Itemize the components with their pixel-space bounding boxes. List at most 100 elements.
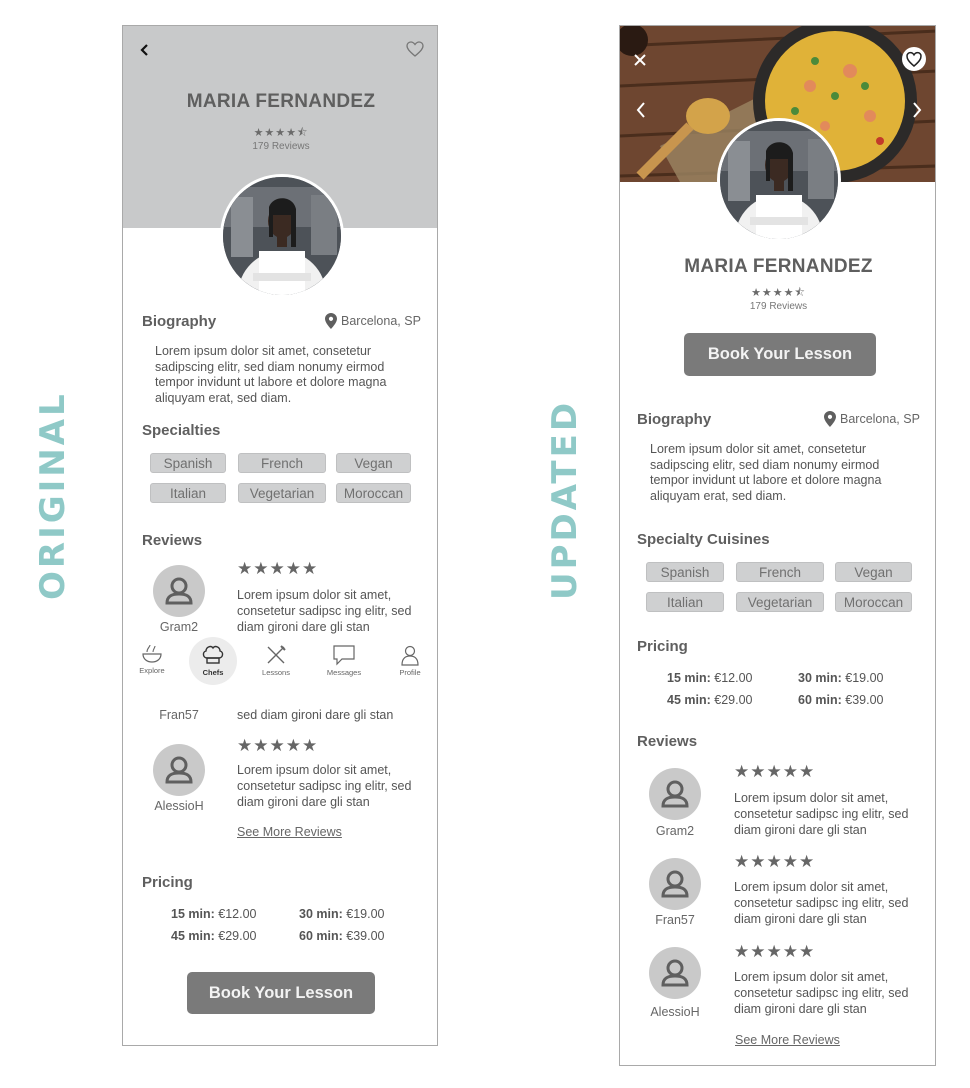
- chef-reviews-count: 179 Reviews: [252, 141, 310, 152]
- user-icon: [165, 577, 193, 605]
- price-value: €12.00: [218, 907, 257, 921]
- bowl-icon: [142, 644, 162, 663]
- price-value: €12.00: [714, 671, 753, 685]
- nav-label: Messages: [326, 668, 362, 677]
- heart-icon: [406, 41, 424, 57]
- specialty-chip[interactable]: Spanish: [150, 453, 226, 473]
- specialty-chip[interactable]: Moroccan: [336, 483, 411, 503]
- price-item: 15 min: €12.00: [667, 671, 752, 685]
- bottom-navigation: Explore Chefs Lessons Messages Profile: [123, 634, 437, 690]
- reviewer-name: Fran57: [159, 708, 199, 722]
- location-text: Barcelona, SP: [840, 412, 920, 426]
- nav-label: Chefs: [202, 668, 224, 677]
- specialty-chip[interactable]: Vegetarian: [238, 483, 326, 503]
- biography-text: Lorem ipsum dolor sit amet, consetetur s…: [155, 344, 387, 405]
- chef-hat-icon: [202, 645, 224, 664]
- nav-chefs[interactable]: Chefs: [188, 644, 238, 677]
- review-text: Lorem ipsum dolor sit amet, consetetur s…: [734, 791, 909, 837]
- specialty-chip[interactable]: Moroccan: [835, 592, 912, 612]
- price-value: €29.00: [714, 693, 753, 707]
- photo-next-button[interactable]: [910, 100, 924, 120]
- see-more-reviews-link[interactable]: See More Reviews: [735, 1033, 840, 1047]
- specialty-chip[interactable]: Spanish: [646, 562, 724, 582]
- price-item: 45 min: €29.00: [667, 693, 752, 707]
- updated-screen: MARIA FERNANDEZ ★★★★⯪ 179 Reviews Book Y…: [619, 25, 936, 1066]
- back-button[interactable]: [137, 40, 153, 60]
- specialty-chip[interactable]: French: [736, 562, 824, 582]
- close-button[interactable]: [632, 52, 648, 68]
- chevron-right-icon: [913, 102, 922, 118]
- review-stars: ★★★★★: [237, 559, 319, 578]
- user-icon: [661, 959, 689, 987]
- reviewer-avatar: [649, 947, 701, 999]
- nav-explore[interactable]: Explore: [127, 644, 177, 675]
- chef-name: MARIA FERNANDEZ: [186, 91, 376, 112]
- price-label: 60 min:: [299, 929, 343, 943]
- heart-icon: [906, 51, 922, 67]
- favorite-button[interactable]: [902, 47, 926, 71]
- review-text: Lorem ipsum dolor sit amet, consetetur s…: [237, 588, 412, 634]
- chef-photo: [220, 174, 344, 298]
- chevron-left-icon: [636, 102, 645, 118]
- reviewer-name: AlessioH: [650, 1005, 700, 1019]
- specialty-chip[interactable]: French: [238, 453, 326, 473]
- photo-prev-button[interactable]: [634, 100, 648, 120]
- user-icon: [661, 780, 689, 808]
- price-item: 45 min: €29.00: [171, 929, 256, 943]
- biography-title: Biography: [142, 313, 217, 330]
- reviewer-avatar: [153, 744, 205, 796]
- specialty-chip[interactable]: Italian: [150, 483, 226, 503]
- chef-photo: [717, 118, 841, 242]
- specialty-chip[interactable]: Vegan: [835, 562, 912, 582]
- nav-lessons[interactable]: Lessons: [251, 644, 301, 677]
- review-stars: ★★★★★: [734, 762, 816, 781]
- message-icon: [333, 645, 355, 666]
- price-label: 45 min:: [667, 693, 711, 707]
- price-label: 60 min:: [798, 693, 842, 707]
- biography-title: Biography: [637, 411, 712, 428]
- price-label: 30 min:: [299, 907, 343, 921]
- nav-messages[interactable]: Messages: [319, 644, 369, 677]
- specialty-chip[interactable]: Vegan: [336, 453, 411, 473]
- review-text: sed diam gironi dare gli stan: [237, 708, 394, 722]
- pricing-title: Pricing: [142, 874, 193, 891]
- book-lesson-button[interactable]: Book Your Lesson: [187, 972, 375, 1014]
- review-text: Lorem ipsum dolor sit amet, consetetur s…: [734, 970, 909, 1016]
- biography-text: Lorem ipsum dolor sit amet, consetetur s…: [650, 442, 882, 503]
- price-label: 15 min:: [171, 907, 215, 921]
- original-label: ORIGINAL: [33, 391, 73, 600]
- reviewer-avatar: [153, 565, 205, 617]
- price-label: 15 min:: [667, 671, 711, 685]
- chef-reviews-count: 179 Reviews: [749, 301, 808, 312]
- profile-icon: [401, 645, 419, 666]
- specialty-chip[interactable]: Italian: [646, 592, 724, 612]
- reviewer-avatar: [649, 768, 701, 820]
- map-pin-icon: [325, 313, 337, 329]
- book-lesson-button[interactable]: Book Your Lesson: [684, 333, 876, 376]
- price-item: 60 min: €39.00: [299, 929, 384, 943]
- nav-label: Explore: [139, 666, 165, 675]
- nav-profile[interactable]: Profile: [385, 644, 435, 677]
- review-stars: ★★★★★: [237, 736, 319, 755]
- review-text: Lorem ipsum dolor sit amet, consetetur s…: [237, 763, 412, 809]
- nav-label: Profile: [399, 668, 421, 677]
- utensils-icon: [267, 645, 286, 664]
- favorite-button[interactable]: [405, 40, 425, 58]
- nav-label: Lessons: [262, 668, 290, 677]
- review-stars: ★★★★★: [734, 852, 816, 871]
- price-label: 45 min:: [171, 929, 215, 943]
- see-more-reviews-link[interactable]: See More Reviews: [237, 825, 342, 839]
- reviews-title: Reviews: [142, 532, 203, 549]
- price-label: 30 min:: [798, 671, 842, 685]
- chef-name: MARIA FERNANDEZ: [684, 256, 873, 277]
- price-value: €39.00: [845, 693, 884, 707]
- price-item: 60 min: €39.00: [798, 693, 883, 707]
- location-text: Barcelona, SP: [341, 314, 421, 328]
- chef-location: Barcelona, SP: [824, 411, 920, 427]
- original-screen: MARIA FERNANDEZ ★★★★⯪ 179 Reviews Biogra…: [122, 25, 438, 1046]
- reviewer-name: Gram2: [655, 824, 695, 838]
- price-item: 30 min: €19.00: [299, 907, 384, 921]
- reviewer-name: AlessioH: [154, 799, 204, 813]
- specialty-chip[interactable]: Vegetarian: [736, 592, 824, 612]
- price-item: 30 min: €19.00: [798, 671, 883, 685]
